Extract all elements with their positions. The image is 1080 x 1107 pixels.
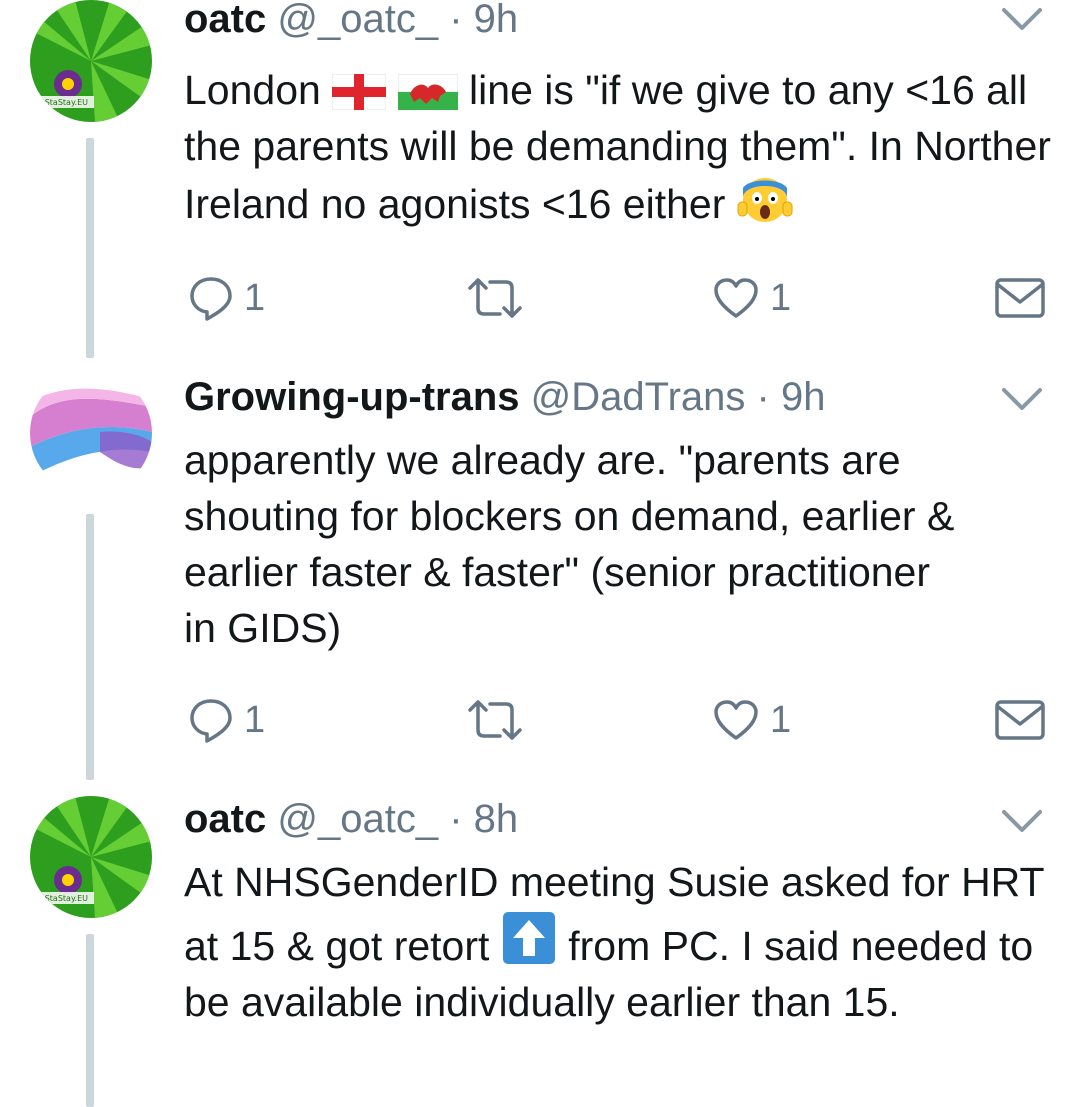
screaming-face-icon: [737, 178, 793, 222]
user-handle[interactable]: @DadTrans: [531, 375, 746, 419]
thread-line: [86, 934, 94, 1107]
tweet-actions: 1 1: [184, 690, 1054, 750]
tweet-text-line: shouting for blockers on demand, earlier…: [184, 493, 955, 539]
tweet-header: Growing-up-trans @DadTrans · 9h: [184, 372, 825, 422]
user-handle[interactable]: @_oatc_: [277, 0, 438, 41]
like-count: 1: [770, 698, 792, 741]
tweet-text-line: in GIDS): [184, 605, 342, 651]
reply-count: 1: [244, 698, 266, 741]
england-flag-icon: [332, 74, 387, 110]
retweet-icon: [468, 278, 522, 318]
reply-button[interactable]: 1: [188, 690, 265, 750]
tweet-text-line: earlier faster & faster" (senior practit…: [184, 549, 931, 595]
up-arrow-icon: [502, 912, 555, 964]
tweet-actions: 1 1: [184, 268, 1054, 328]
reply-icon: [190, 699, 232, 743]
tweet-2[interactable]: Growing-up-trans @DadTrans · 9h apparent…: [0, 372, 1080, 780]
reply-icon: [190, 277, 232, 321]
reply-count: 1: [244, 276, 266, 319]
avatar-oatc-image: #StaStay.EU: [30, 0, 152, 122]
user-handle[interactable]: @_oatc_: [277, 797, 438, 841]
separator: ·: [756, 375, 770, 419]
retweet-button[interactable]: [466, 690, 534, 750]
like-button[interactable]: 1: [712, 268, 791, 328]
display-name[interactable]: Growing-up-trans: [184, 375, 520, 419]
thread-line: [86, 138, 94, 358]
tweet-text: London line is "if we give to any <16 al…: [184, 62, 1054, 232]
tweet-header: oatc @_oatc_ · 9h: [184, 0, 518, 44]
tweet-text: apparently we already are. "parents are …: [184, 432, 1054, 656]
timestamp[interactable]: 9h: [781, 375, 826, 419]
envelope-icon: [995, 700, 1045, 740]
retweet-icon: [468, 700, 522, 740]
envelope-icon: [995, 278, 1045, 318]
like-count: 1: [770, 276, 792, 319]
direct-message-button[interactable]: [994, 690, 1046, 750]
timestamp[interactable]: 9h: [474, 0, 519, 41]
chevron-down-icon[interactable]: [998, 806, 1046, 836]
heart-icon: [714, 278, 758, 318]
svg-text:#StaStay.EU: #StaStay.EU: [38, 98, 88, 107]
separator: ·: [449, 797, 463, 841]
tweet-text-part: London: [184, 67, 321, 113]
direct-message-button[interactable]: [994, 268, 1046, 328]
tweet-1[interactable]: #StaStay.EU oatc @_oatc_ · 9h London lin…: [0, 0, 1080, 360]
separator: ·: [449, 0, 463, 41]
tweet-text: At NHSGenderID meeting Susie asked for H…: [184, 854, 1054, 1030]
avatar-oatc[interactable]: #StaStay.EU: [30, 0, 152, 122]
chevron-down-icon[interactable]: [998, 4, 1046, 34]
svg-text:#StaStay.EU: #StaStay.EU: [38, 894, 88, 903]
avatar-dadtrans[interactable]: [30, 372, 152, 494]
like-button[interactable]: 1: [712, 690, 791, 750]
reply-button[interactable]: 1: [188, 268, 265, 328]
thread-line: [86, 514, 94, 780]
retweet-button[interactable]: [466, 268, 534, 328]
avatar-dadtrans-image: [30, 372, 152, 494]
tweet-text-line: apparently we already are. "parents are: [184, 437, 901, 483]
wales-flag-icon: [397, 74, 458, 110]
timestamp[interactable]: 8h: [474, 797, 519, 841]
avatar-oatc[interactable]: #StaStay.EU: [30, 796, 152, 918]
display-name[interactable]: oatc: [184, 797, 266, 841]
display-name[interactable]: oatc: [184, 0, 266, 41]
chevron-down-icon[interactable]: [998, 384, 1046, 414]
tweet-header: oatc @_oatc_ · 8h: [184, 794, 518, 844]
heart-icon: [714, 700, 758, 740]
tweet-3[interactable]: #StaStay.EU oatc @_oatc_ · 8h At NHSGend…: [0, 796, 1080, 1107]
avatar-oatc-image: #StaStay.EU: [30, 796, 152, 918]
